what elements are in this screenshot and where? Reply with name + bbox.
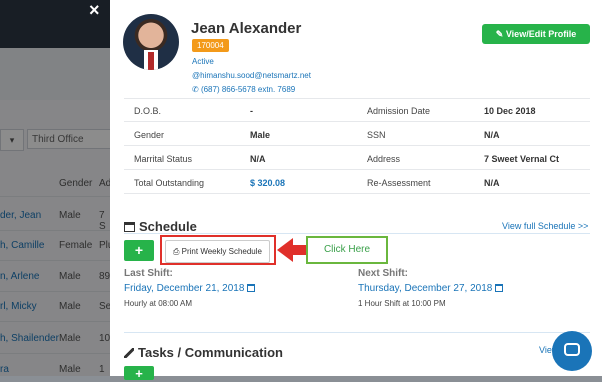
next-shift-date[interactable]: Thursday, December 27, 2018: [358, 283, 504, 294]
add-task-button[interactable]: +: [124, 366, 154, 381]
pencil-icon: [124, 348, 134, 358]
calendar-icon: [495, 284, 504, 292]
avatar: [123, 14, 179, 70]
schedule-heading: Schedule: [124, 219, 197, 234]
phone-icon: ✆: [192, 85, 199, 94]
calendar-icon: [124, 222, 135, 232]
last-shift-date[interactable]: Friday, December 21, 2018: [124, 283, 256, 294]
gender-label: Gender: [134, 130, 165, 140]
last-shift-label: Last Shift:: [124, 268, 173, 279]
marital-status-label: Marrital Status: [134, 154, 193, 164]
print-weekly-schedule-button[interactable]: ⎙ Print Weekly Schedule: [165, 240, 270, 263]
callout-arrow-icon: [277, 238, 293, 262]
schedule-title: Schedule: [139, 219, 197, 234]
view-edit-profile-button[interactable]: ✎ View/Edit Profile: [482, 24, 590, 44]
details-divider: [124, 145, 590, 146]
modal-backdrop[interactable]: [0, 0, 110, 376]
reassessment-label: Re-Assessment: [367, 178, 431, 188]
view-edit-profile-label: View/Edit Profile: [505, 29, 577, 39]
client-detail-panel: Jean Alexander 170004 Active @himanshu.s…: [110, 0, 602, 381]
chat-icon[interactable]: [552, 331, 592, 371]
email-link[interactable]: @himanshu.sood@netsmartz.net: [192, 71, 311, 80]
view-full-schedule-link[interactable]: View full Schedule >>: [502, 221, 588, 231]
status-text: Active: [192, 57, 214, 66]
last-shift-detail: Hourly at 08:00 AM: [124, 299, 193, 308]
reassessment-value: N/A: [484, 178, 500, 188]
tasks-divider: [124, 332, 590, 333]
admission-date-label: Admission Date: [367, 106, 431, 116]
marital-status-value: N/A: [250, 154, 266, 164]
client-name: Jean Alexander: [191, 20, 302, 37]
client-id-badge: 170004: [192, 39, 229, 52]
calendar-icon: [247, 284, 256, 292]
close-icon[interactable]: ×: [89, 0, 100, 21]
details-divider: [124, 193, 590, 194]
ssn-label: SSN: [367, 130, 386, 140]
avatar-tie: [148, 52, 154, 70]
details-divider: [124, 98, 590, 99]
next-shift-detail: 1 Hour Shift at 10:00 PM: [358, 299, 446, 308]
total-outstanding-label: Total Outstanding: [134, 178, 205, 188]
add-schedule-button[interactable]: +: [124, 240, 154, 261]
details-divider: [124, 169, 590, 170]
address-value: 7 Sweet Vernal Ct: [484, 154, 560, 164]
dob-value: -: [250, 106, 253, 116]
next-shift-label: Next Shift:: [358, 268, 408, 279]
tasks-title: Tasks / Communication: [138, 345, 283, 360]
schedule-divider: [124, 233, 590, 234]
tasks-heading: Tasks / Communication: [124, 345, 283, 360]
address-label: Address: [367, 154, 401, 164]
last-shift-date-text: Friday, December 21, 2018: [124, 283, 245, 294]
ssn-value: N/A: [484, 130, 500, 140]
print-weekly-schedule-label: Print Weekly Schedule: [181, 247, 262, 256]
phone-number: (687) 866-5678 extn. 7689: [200, 85, 296, 94]
printer-icon: ⎙: [173, 247, 182, 256]
dob-label: D.O.B.: [134, 106, 162, 116]
gender-value: Male: [250, 130, 271, 140]
total-outstanding-value[interactable]: $ 320.08: [250, 178, 285, 188]
next-shift-date-text: Thursday, December 27, 2018: [358, 283, 493, 294]
edit-icon: ✎: [495, 29, 506, 39]
admission-date-value: 10 Dec 2018: [484, 106, 536, 116]
details-divider: [124, 121, 590, 122]
phone-link[interactable]: ✆ (687) 866-5678 extn. 7689: [192, 85, 295, 94]
click-here-callout: Click Here: [306, 236, 388, 264]
